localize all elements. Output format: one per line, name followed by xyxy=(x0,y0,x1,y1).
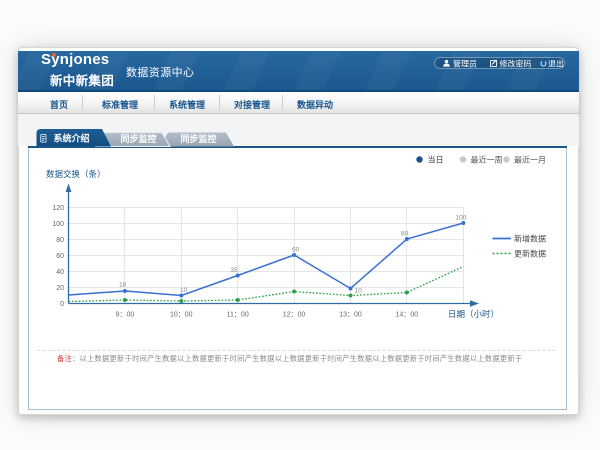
svg-text:11：00: 11：00 xyxy=(227,312,249,319)
svg-text:100: 100 xyxy=(52,221,64,228)
svg-text:20: 20 xyxy=(56,285,64,292)
svg-text:80: 80 xyxy=(56,237,64,244)
svg-text:10: 10 xyxy=(180,287,188,294)
svg-text:9：00: 9：00 xyxy=(116,312,135,319)
svg-text:13：00: 13：00 xyxy=(339,312,362,319)
svg-text:100: 100 xyxy=(456,215,467,222)
svg-text:0: 0 xyxy=(60,301,64,308)
svg-text:60: 60 xyxy=(292,247,300,254)
svg-text:最近一月: 最近一月 xyxy=(514,155,546,165)
svg-text:35: 35 xyxy=(231,267,239,274)
svg-text:更新数据: 更新数据 xyxy=(514,249,546,259)
svg-text:18: 18 xyxy=(119,282,127,289)
svg-text:当日: 当日 xyxy=(428,155,444,165)
svg-text:40: 40 xyxy=(56,269,64,276)
svg-text:数据交换（条）: 数据交换（条） xyxy=(46,169,106,179)
svg-text:最近一周: 最近一周 xyxy=(471,155,503,165)
svg-text:新增数据: 新增数据 xyxy=(514,234,546,244)
svg-text:80: 80 xyxy=(401,231,409,238)
svg-text:120: 120 xyxy=(52,205,64,212)
svg-text:10：00: 10：00 xyxy=(170,312,193,319)
svg-text:日期（小时）: 日期（小时） xyxy=(448,309,499,319)
svg-text:12：00: 12：00 xyxy=(283,312,306,319)
svg-text:10: 10 xyxy=(355,288,363,295)
svg-text:60: 60 xyxy=(56,253,64,260)
svg-text:14：00: 14：00 xyxy=(396,312,419,319)
